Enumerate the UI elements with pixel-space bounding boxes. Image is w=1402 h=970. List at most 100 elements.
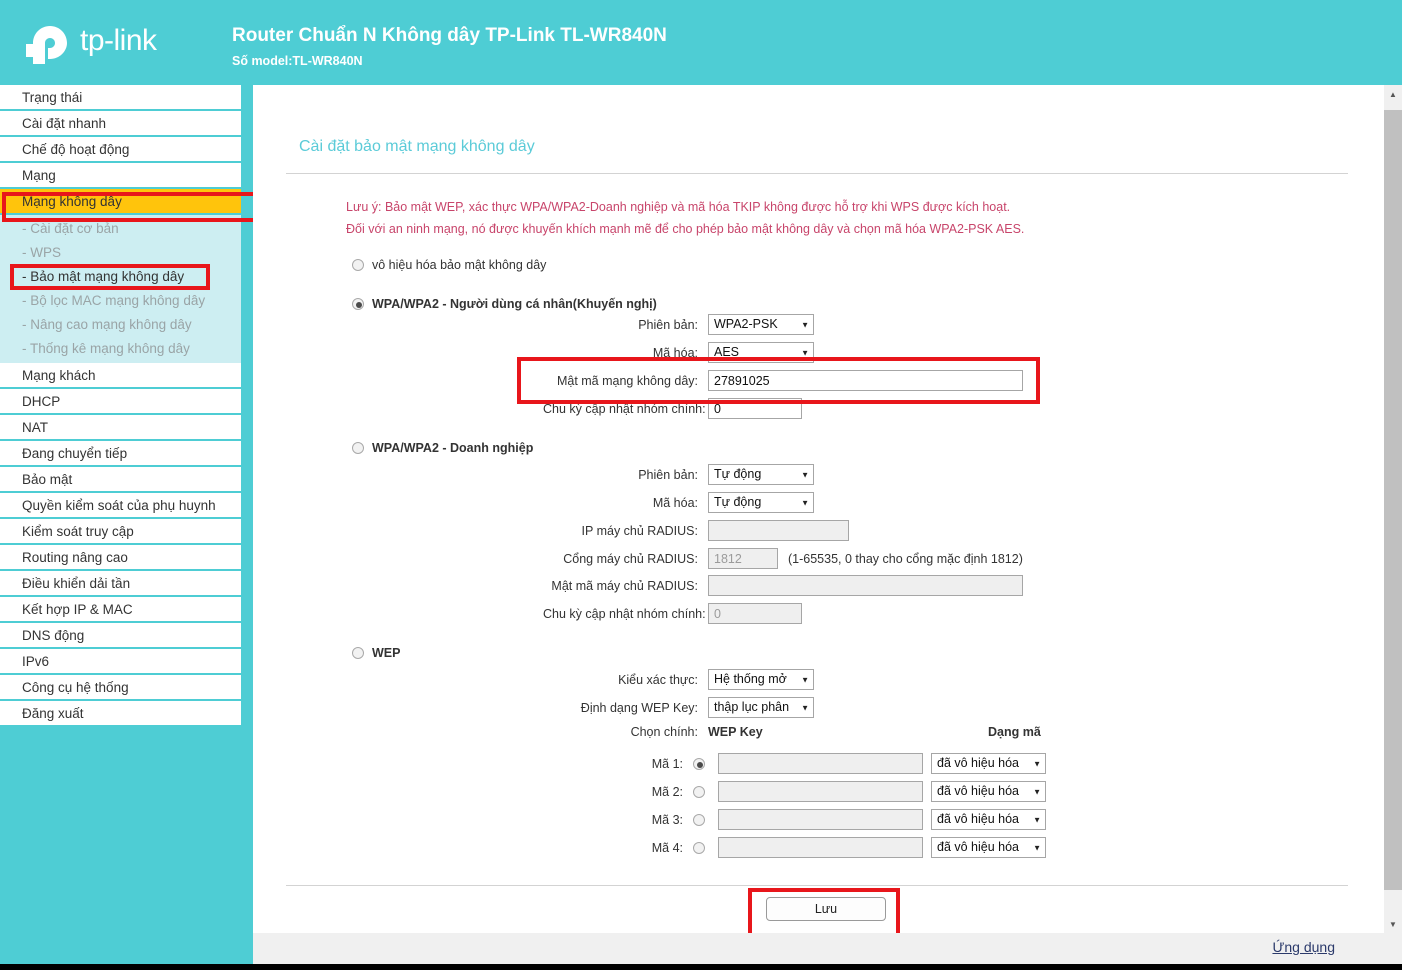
input-wep-key-0[interactable] [718,753,923,774]
radio-disable-security[interactable] [352,259,364,271]
option-disable-security[interactable]: vô hiệu hóa bảo mật không dây [352,258,546,272]
label-wep-key-0: Mã 1: [651,756,683,771]
radio-wep-key-0[interactable] [693,757,705,770]
option-disable-security-label: vô hiệu hóa bảo mật không dây [372,258,547,272]
select-wep-type-0[interactable]: đã vô hiệu hóa [931,753,1046,774]
label-wep-key-2: Mã 3: [651,812,683,827]
field-ent-encryption: Mã hóa: Tự động [543,492,814,513]
radio-wep[interactable] [352,647,364,659]
sidebar-item-after-10[interactable]: DNS động [0,623,241,649]
select-wep-format-wrap[interactable]: thập lục phân [708,697,814,718]
scroll-up-arrow-icon[interactable]: ▲ [1384,85,1402,103]
select-wpa-version-wrap[interactable]: WPA2-PSK [708,314,814,335]
app-link[interactable]: Ứng dụng [1272,939,1335,955]
sidebar-item-after-2[interactable]: NAT [0,415,241,441]
select-wep-format[interactable]: thập lục phân [708,697,814,718]
tplink-logo: tp-link [24,22,194,68]
sidebar-item-after-7[interactable]: Routing nâng cao [0,545,241,571]
field-wep-auth: Kiểu xác thực: Hệ thống mở [543,669,814,690]
input-radius-port[interactable] [708,548,778,569]
select-wpa-version[interactable]: WPA2-PSK [708,314,814,335]
window-bottom-strip [0,964,1402,970]
wep-key-row-3: Mã 4: đã vô hiệu hóa [543,837,1046,858]
field-radius-port: Cổng máy chủ RADIUS: (1-65535, 0 thay ch… [543,548,1023,569]
sidebar-subitem-3[interactable]: - Bộ lọc MAC mạng không dây [0,289,241,313]
select-wep-type-2-wrap[interactable]: đã vô hiệu hóa [931,809,1046,830]
sidebar-item-0[interactable]: Trạng thái [0,85,241,111]
sidebar-item-after-12[interactable]: Công cụ hệ thống [0,675,241,701]
sidebar-item-4[interactable]: Mạng không dây [0,189,241,215]
scroll-down-arrow-icon[interactable]: ▼ [1384,915,1402,933]
option-wpa-personal[interactable]: WPA/WPA2 - Người dùng cá nhân(Khuyến ngh… [352,297,657,311]
tplink-logo-text: tp-link [80,24,157,57]
sidebar-item-after-9[interactable]: Kết hợp IP & MAC [0,597,241,623]
sidebar-subitem-5[interactable]: - Thống kê mạng không dây [0,337,241,361]
sidebar-item-after-3[interactable]: Đang chuyển tiếp [0,441,241,467]
save-button[interactable]: Lưu [766,897,886,921]
option-wpa-enterprise[interactable]: WPA/WPA2 - Doanh nghiệp [352,441,533,455]
select-ent-version[interactable]: Tự động [708,464,814,485]
sidebar-item-after-4[interactable]: Bảo mật [0,467,241,493]
radio-wpa-personal[interactable] [352,298,364,310]
header-title-block: Router Chuẩn N Không dây TP-Link TL-WR84… [232,24,667,70]
sidebar-item-after-6[interactable]: Kiểm soát truy cập [0,519,241,545]
router-model: Số model:TL-WR840N [232,54,363,68]
label-wep-key-1: Mã 2: [651,784,683,799]
sidebar-subitem-2[interactable]: - Bảo mật mạng không dây [0,265,241,289]
sidebar-item-after-11[interactable]: IPv6 [0,649,241,675]
option-wpa-enterprise-label: WPA/WPA2 - Doanh nghiệp [372,441,534,455]
field-wpa-group-key: Chu kỳ cập nhật nhóm chính: [543,398,802,419]
sidebar-item-after-5[interactable]: Quyền kiểm soát của phụ huynh [0,493,241,519]
input-ent-group-key[interactable] [708,603,802,624]
field-wireless-password: Mật mã mạng không dây: [543,370,1023,391]
input-radius-ip[interactable] [708,520,849,541]
label-ent-encryption: Mã hóa: [652,495,698,510]
select-wep-type-2[interactable]: đã vô hiệu hóa [931,809,1046,830]
sidebar-subitem-4[interactable]: - Nâng cao mạng không dây [0,313,241,337]
select-wpa-encryption[interactable]: AES [708,342,814,363]
scrollbar-thumb[interactable] [1384,110,1402,890]
select-ent-version-wrap[interactable]: Tự động [708,464,814,485]
input-radius-password[interactable] [708,575,1023,596]
input-wep-key-2[interactable] [718,809,923,830]
select-wep-type-1-wrap[interactable]: đã vô hiệu hóa [931,781,1046,802]
select-wep-type-1[interactable]: đã vô hiệu hóa [931,781,1046,802]
input-wep-key-1[interactable] [718,781,923,802]
sidebar-item-label: Đăng xuất [22,706,84,721]
select-wep-auth[interactable]: Hệ thống mở [708,669,814,690]
sidebar-item-label: Trạng thái [22,90,83,105]
select-wep-type-3[interactable]: đã vô hiệu hóa [931,837,1046,858]
sidebar-item-after-1[interactable]: DHCP [0,389,241,415]
sidebar-item-after-8[interactable]: Điều khiển dải tần [0,571,241,597]
content-scrollbar[interactable]: ▲ ▼ [1384,85,1402,933]
sidebar-item-label: DHCP [22,394,61,409]
radio-wep-key-3[interactable] [693,841,705,854]
input-wep-key-3[interactable] [718,837,923,858]
radio-wep-key-1[interactable] [693,785,705,798]
sidebar-item-after-0[interactable]: Mạng khách [0,363,241,389]
sidebar-subitem-0[interactable]: - Cài đặt cơ bản [0,217,241,241]
sidebar-subitem-label: - Bộ lọc MAC mạng không dây [22,293,206,308]
select-wpa-encryption-wrap[interactable]: AES [708,342,814,363]
sidebar-item-3[interactable]: Mạng [0,163,241,189]
sidebar-subitem-1[interactable]: - WPS [0,241,241,265]
select-ent-encryption[interactable]: Tự động [708,492,814,513]
select-wep-type-0-wrap[interactable]: đã vô hiệu hóa [931,753,1046,774]
option-wep[interactable]: WEP [352,646,400,660]
footer-divider [286,885,1348,886]
input-wireless-password[interactable] [708,370,1023,391]
select-wep-auth-wrap[interactable]: Hệ thống mở [708,669,814,690]
label-ent-version: Phiên bản: [638,467,698,482]
sidebar-item-2[interactable]: Chế độ hoạt động [0,137,241,163]
radio-wep-key-2[interactable] [693,813,705,826]
sidebar-item-label: Quyền kiểm soát của phụ huynh [22,498,216,513]
select-wep-type-3-wrap[interactable]: đã vô hiệu hóa [931,837,1046,858]
sidebar-item-1[interactable]: Cài đặt nhanh [0,111,241,137]
field-wpa-version: Phiên bản: WPA2-PSK [543,314,814,335]
radio-wpa-enterprise[interactable] [352,442,364,454]
select-ent-encryption-wrap[interactable]: Tự động [708,492,814,513]
field-wep-format: Định dạng WEP Key: thập lục phân [543,697,814,718]
sidebar-item-after-13[interactable]: Đăng xuất [0,701,241,727]
input-wpa-group-key[interactable] [708,398,802,419]
sidebar-subitem-label: - Bảo mật mạng không dây [22,269,185,284]
